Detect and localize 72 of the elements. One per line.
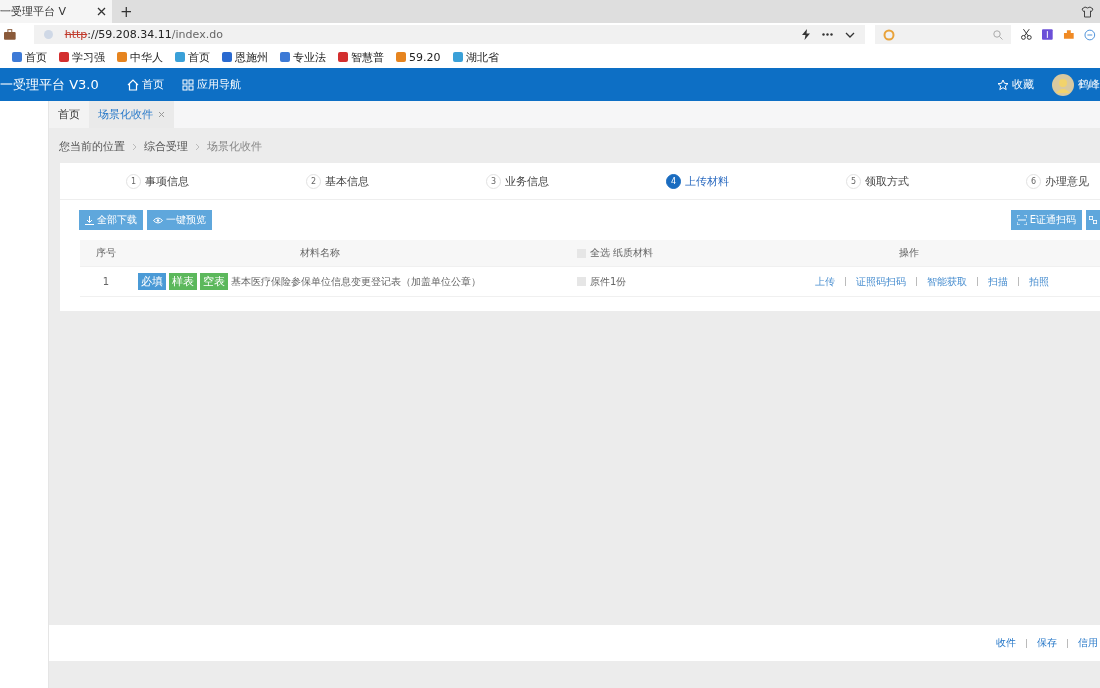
bookmark[interactable]: 恩施州: [222, 49, 268, 65]
action-link[interactable]: 上传: [815, 274, 835, 289]
search-field[interactable]: [874, 25, 1012, 44]
shirt-icon[interactable]: [1081, 5, 1094, 18]
breadcrumb-item[interactable]: 您当前的位置: [59, 139, 125, 154]
breadcrumb-item: 场景化收件: [207, 139, 262, 154]
column-header: 序号: [95, 246, 117, 260]
bookmark[interactable]: 首页: [12, 49, 47, 65]
book-icon[interactable]: [1042, 29, 1053, 40]
footer-link[interactable]: 保存: [1037, 636, 1057, 650]
user-name[interactable]: 鹤峰: [1078, 77, 1100, 92]
checkbox[interactable]: [577, 277, 586, 286]
lightning-icon[interactable]: [801, 29, 810, 40]
step[interactable]: 4 上传材料: [666, 173, 846, 189]
footer-link[interactable]: 收件: [996, 636, 1016, 650]
address-bar[interactable]: http://59.208.34.11/index.do: [33, 25, 865, 44]
home-icon: [126, 78, 139, 91]
tag: 必填: [138, 273, 166, 290]
step[interactable]: 5 领取方式: [846, 173, 1026, 189]
nav-link[interactable]: 应用导航: [181, 77, 241, 92]
puzzle-icon[interactable]: [1062, 29, 1075, 40]
column-header: 全选 纸质材料: [590, 246, 654, 260]
avatar-icon[interactable]: [1052, 73, 1074, 96]
bookmark[interactable]: 首页: [175, 49, 210, 65]
briefcase-icon[interactable]: [4, 29, 16, 40]
breadcrumb-item[interactable]: 综合受理: [144, 139, 188, 154]
new-tab-button[interactable]: +: [120, 2, 133, 21]
step[interactable]: 3 业务信息: [486, 173, 666, 189]
material-name: 基本医疗保险参保单位信息变更登记表（加盖单位公章）: [231, 274, 481, 289]
chevron-right-icon: [195, 142, 200, 151]
bookmark[interactable]: 智慧普: [338, 49, 384, 65]
squares-icon: [1089, 215, 1097, 225]
action-link[interactable]: 智能获取: [927, 274, 967, 289]
grid-icon: [181, 78, 194, 91]
step[interactable]: 2 基本信息: [306, 173, 486, 189]
app-title: 一受理平台 V3.0: [0, 75, 99, 94]
scissors-icon[interactable]: [1021, 29, 1032, 40]
action-link[interactable]: 扫描: [988, 274, 1008, 289]
bookmark[interactable]: 中华人: [117, 49, 163, 65]
column-header: 材料名称: [298, 246, 341, 260]
site-icon: [43, 30, 53, 39]
search-icon[interactable]: [993, 29, 1004, 40]
nav-link[interactable]: 首页: [126, 77, 164, 92]
browser-tab[interactable]: 一受理平台 V: [0, 0, 112, 23]
bookmark[interactable]: 湖北省: [452, 49, 499, 65]
action-link[interactable]: 证照码扫码: [856, 274, 906, 289]
ring-icon: [882, 28, 895, 41]
column-header: 操作: [897, 246, 920, 260]
table-cell: 原件1份: [590, 274, 627, 289]
step[interactable]: 6 办理意见: [1026, 173, 1100, 189]
scan-icon: [1016, 215, 1027, 225]
bookmark[interactable]: 学习强: [59, 49, 105, 65]
page-tab[interactable]: 首页: [49, 101, 89, 128]
bookmark[interactable]: 59.20: [396, 50, 441, 64]
bookmark[interactable]: 专业法: [280, 49, 326, 65]
eye-icon: [153, 216, 163, 224]
star-icon: [997, 78, 1009, 91]
page-tab[interactable]: 场景化收件: [89, 101, 174, 128]
action-link[interactable]: 拍照: [1029, 274, 1049, 289]
close-icon[interactable]: [97, 7, 106, 16]
qr-button[interactable]: [1086, 210, 1100, 230]
footer-link[interactable]: 信用: [1078, 636, 1098, 650]
chevron-down-icon[interactable]: [844, 31, 855, 38]
minus-circle-icon[interactable]: [1084, 28, 1096, 41]
tag: 空表: [200, 273, 228, 290]
tag: 样表: [169, 273, 197, 290]
step[interactable]: 1 事项信息: [126, 173, 306, 189]
chevron-right-icon: [132, 142, 137, 151]
table-cell-text: 1: [101, 276, 111, 287]
download-icon: [85, 215, 94, 225]
favorite-link[interactable]: 收藏: [997, 77, 1034, 92]
more-icon[interactable]: [821, 33, 833, 36]
